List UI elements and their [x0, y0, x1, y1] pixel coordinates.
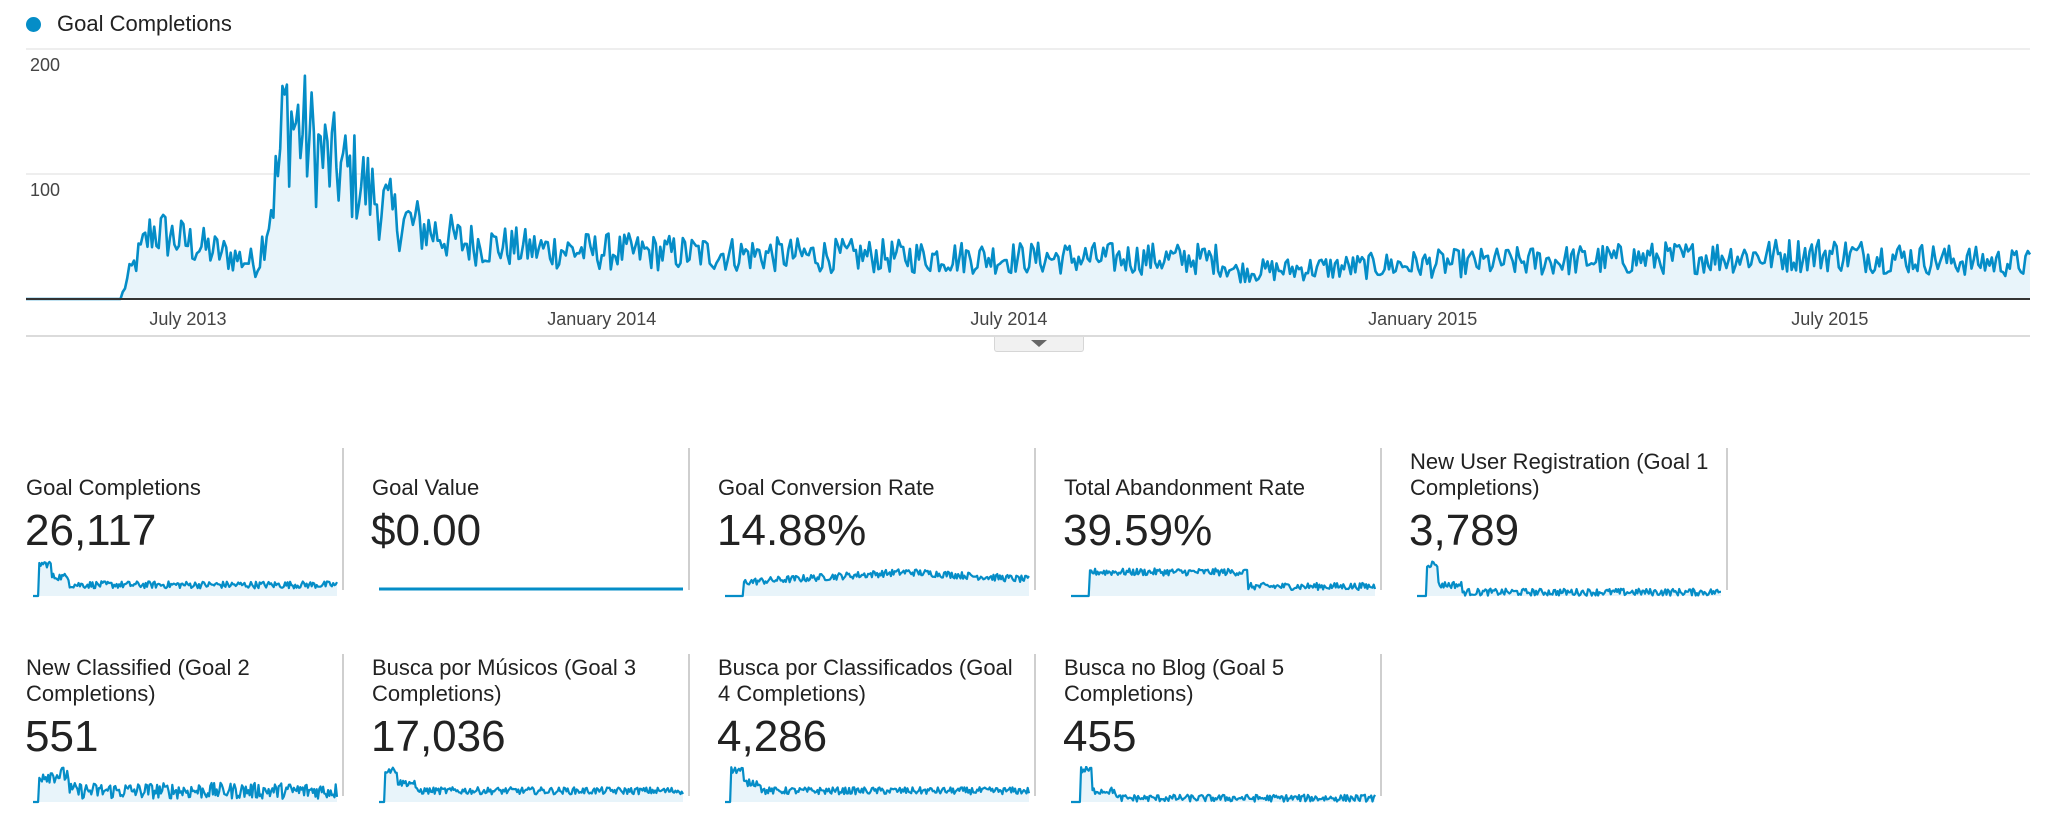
- scorecard[interactable]: Busca no Blog (Goal 5 Completions) 455: [1038, 630, 1382, 828]
- legend-label: Goal Completions: [57, 11, 232, 36]
- scorecard-label: Busca no Blog (Goal 5 Completions): [1064, 655, 1285, 706]
- scorecard[interactable]: Goal Conversion Rate 14.88%: [692, 424, 1036, 622]
- scorecard-label: Total Abandonment Rate: [1064, 475, 1305, 500]
- chart-legend[interactable]: Goal Completions: [26, 11, 232, 37]
- scorecard-value: 39.59%: [1063, 506, 1213, 555]
- scorecard-sparkline: [1071, 567, 1377, 598]
- scorecard[interactable]: Busca por Classificados (Goal 4 Completi…: [692, 630, 1036, 828]
- scorecard-sparkline: [33, 766, 339, 804]
- legend-series-dot: [26, 16, 41, 32]
- scorecard-sparkline: [1417, 560, 1721, 598]
- scorecard-label: Goal Completions: [26, 475, 201, 500]
- y-tick-label: 200: [30, 55, 60, 75]
- scorecard-label: Goal Conversion Rate: [718, 475, 935, 500]
- sparkline-area: [379, 767, 683, 802]
- scorecard-value: $0.00: [371, 506, 482, 555]
- scorecard-label: New Classified (Goal 2 Completions): [26, 655, 250, 706]
- x-tick-label: January 2014: [547, 309, 656, 329]
- sparkline-area: [725, 767, 1029, 802]
- scorecard[interactable]: Goal Value $0.00: [346, 424, 690, 622]
- sparkline-area: [33, 561, 337, 596]
- scorecard-value: 4,286: [717, 712, 828, 761]
- scorecard[interactable]: Total Abandonment Rate 39.59%: [1038, 424, 1382, 622]
- y-tick-label: 100: [30, 180, 60, 200]
- x-tick-label: January 2015: [1368, 309, 1477, 329]
- scorecard-sparkline: [33, 560, 338, 598]
- chart-collapse-handle[interactable]: [994, 337, 1084, 352]
- x-tick-label: July 2014: [970, 309, 1047, 329]
- scorecard-value: 3,789: [1409, 506, 1520, 555]
- scorecard-label: Busca por Classificados (Goal 4 Completi…: [718, 655, 1013, 706]
- scorecard[interactable]: New Classified (Goal 2 Completions) 551: [0, 630, 344, 828]
- goal-completions-chart: 200 100 July 2013 January 2014 July 2014 Janu…: [26, 48, 2032, 337]
- x-tick-label: July 2013: [149, 309, 226, 329]
- scorecard-sparkline: [378, 587, 684, 591]
- x-tick-label: July 2015: [1791, 309, 1868, 329]
- scorecard[interactable]: Goal Completions 26,117: [0, 424, 344, 622]
- scorecard-label: Busca por Músicos (Goal 3 Completions): [372, 655, 637, 706]
- scorecard-value: 14.88%: [717, 506, 867, 555]
- scorecard-value: 551: [25, 712, 99, 761]
- chevron-down-icon: [1031, 340, 1047, 347]
- scorecard-value: 17,036: [371, 712, 506, 761]
- scorecard[interactable]: New User Registration (Goal 1 Completion…: [1384, 424, 1728, 622]
- scorecard[interactable]: Busca por Músicos (Goal 3 Completions) 17…: [346, 630, 690, 828]
- scorecard-value: 26,117: [25, 506, 157, 555]
- scorecard-sparkline: [379, 766, 684, 804]
- scorecard-value: 455: [1063, 712, 1137, 761]
- scorecard-sparkline: [725, 766, 1031, 804]
- scorecard-label: Goal Value: [372, 475, 480, 500]
- sparkline-line: [1417, 560, 1721, 598]
- scorecard-label: New User Registration (Goal 1 Completion…: [1410, 449, 1709, 500]
- sparkline-area: [33, 767, 337, 802]
- scorecard-sparkline: [725, 568, 1030, 598]
- scorecard-sparkline: [1071, 766, 1376, 804]
